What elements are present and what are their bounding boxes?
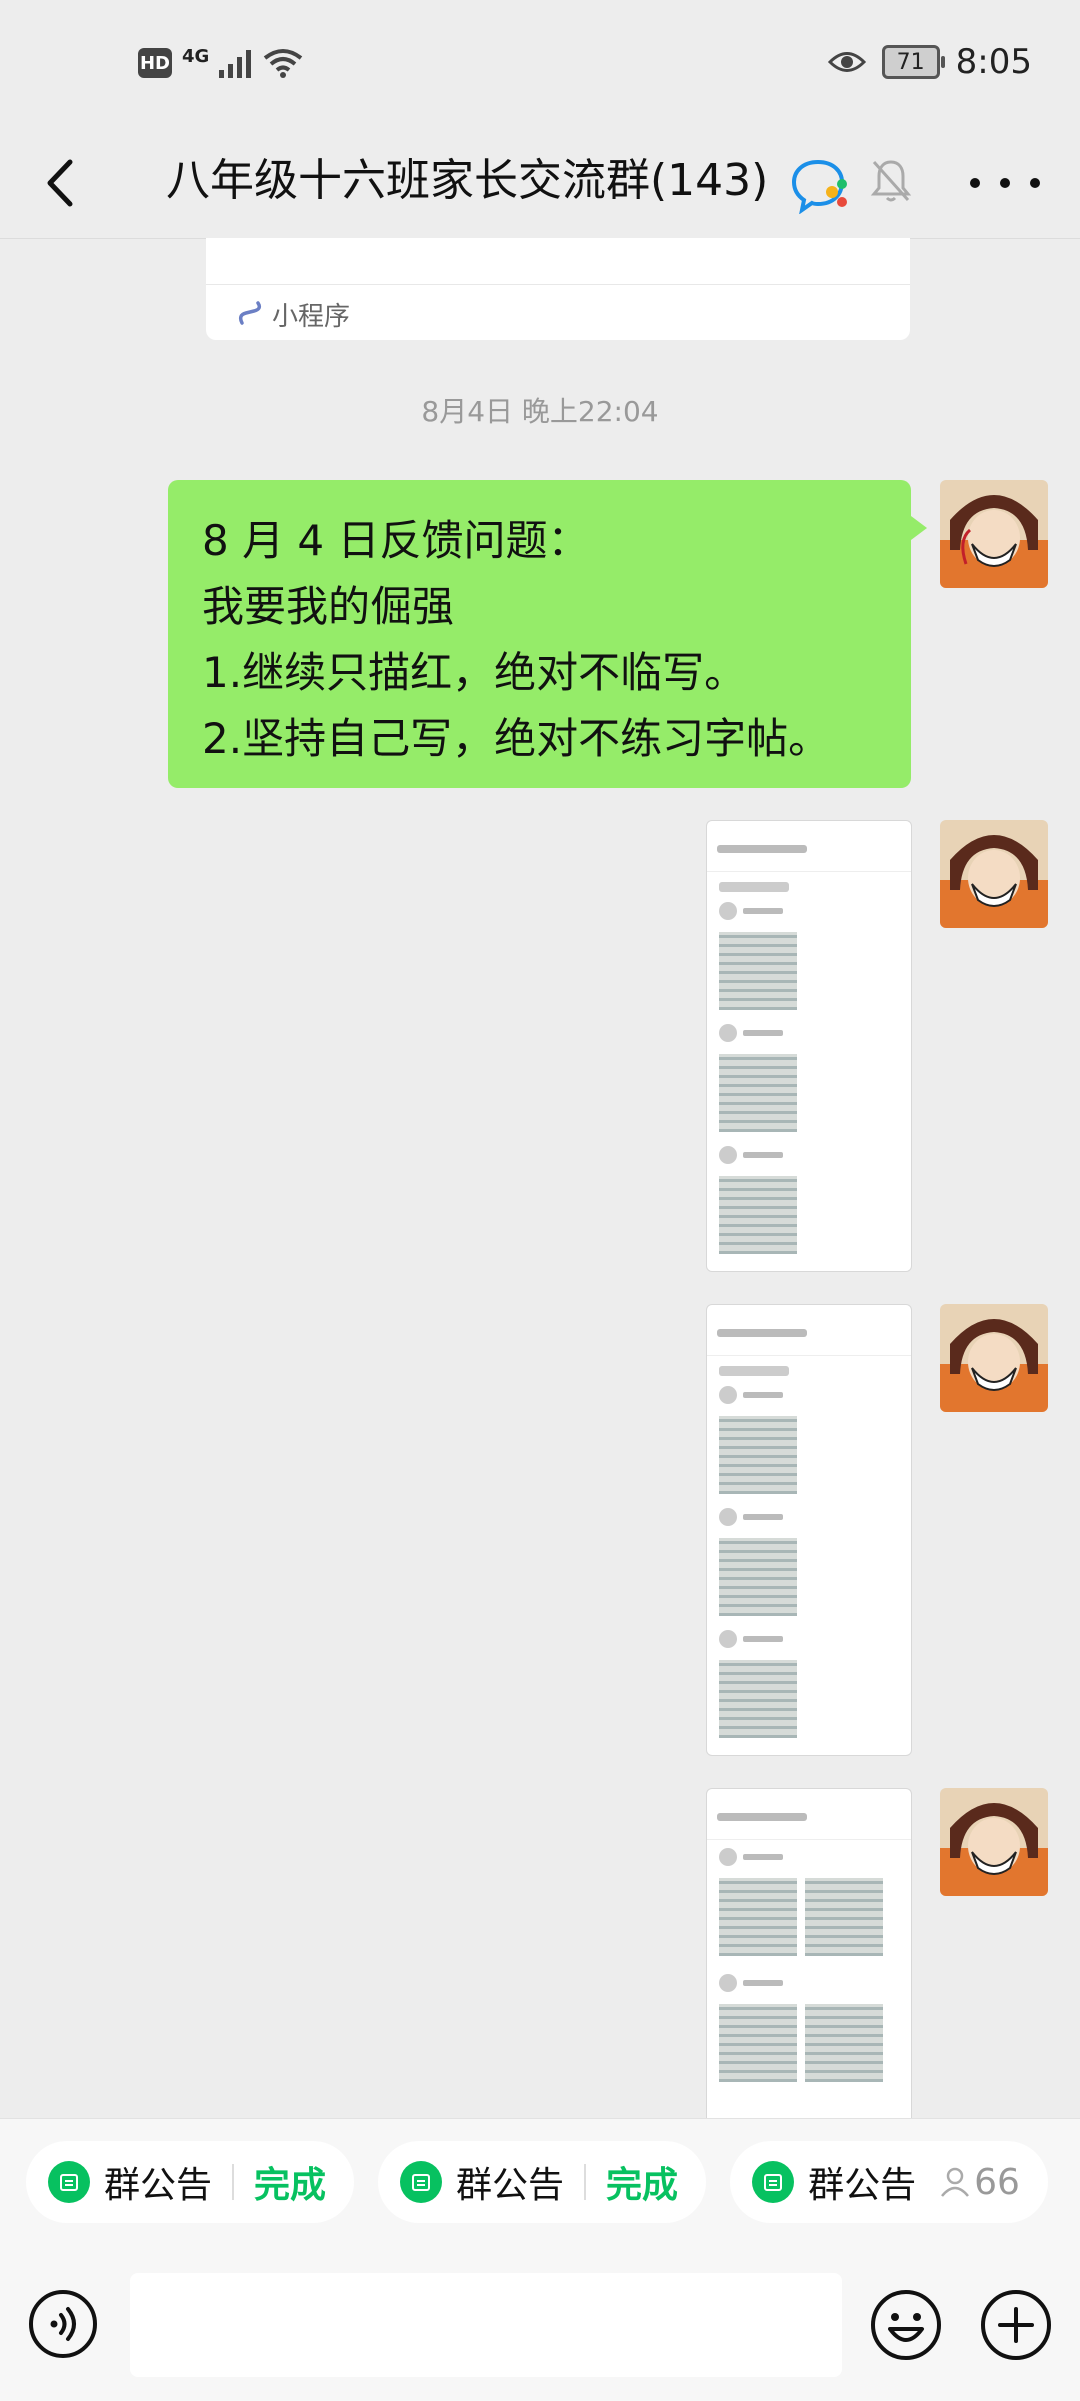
plus-icon[interactable]	[980, 2289, 1052, 2361]
thumbnail-image	[719, 1054, 797, 1132]
screenshot-entry	[719, 1146, 899, 1254]
emoji-icon[interactable]	[870, 2289, 942, 2361]
thumbnail-image	[719, 1878, 797, 1956]
avatar-image	[940, 820, 1048, 928]
mini-program-card[interactable]: 小程序	[206, 238, 910, 340]
input-row	[0, 2269, 1080, 2379]
announcement-pills: 群公告 完成 群公告 完成 群公告 66	[26, 2141, 1048, 2223]
back-arrow-icon[interactable]	[32, 148, 92, 218]
thumbnail-image	[719, 1416, 797, 1494]
read-count-value: 66	[974, 2161, 1020, 2203]
dot-icon	[1030, 178, 1040, 188]
dot-icon	[970, 178, 980, 188]
screenshot-entry	[719, 902, 899, 1010]
image-message[interactable]	[706, 1304, 912, 1756]
mini-program-footer: 小程序	[236, 296, 350, 333]
screenshot-entry	[719, 1630, 899, 1738]
screenshot-header	[707, 821, 911, 872]
wifi-icon	[264, 49, 303, 78]
announcement-pill[interactable]: 群公告 66	[730, 2141, 1048, 2223]
announcement-pill[interactable]: 群公告 完成	[26, 2141, 355, 2223]
avatar-image	[940, 1304, 1048, 1412]
image-message[interactable]	[706, 820, 912, 1272]
eye-icon	[827, 52, 866, 72]
card-divider	[206, 284, 910, 285]
signal-icon	[219, 50, 252, 78]
more-options-button[interactable]	[970, 158, 1040, 208]
mute-bell-icon	[870, 160, 912, 202]
avatar[interactable]	[940, 820, 1048, 928]
screenshot-entry	[719, 1386, 899, 1494]
chat-header: 八年级十六班家长交流群(143)	[0, 128, 1080, 239]
thumbnail-image	[719, 1538, 797, 1616]
thumbnail-image	[719, 932, 797, 1010]
announcement-label: 群公告	[456, 2165, 565, 2206]
announcement-icon	[48, 2161, 90, 2203]
avatar-image	[940, 480, 1048, 588]
thumbnail-image	[719, 1660, 797, 1738]
mini-program-icon	[238, 300, 262, 325]
thumbnail-image	[719, 1176, 797, 1254]
announcement-icon	[400, 2161, 443, 2203]
chat-title: 八年级十六班家长交流群(143)	[166, 155, 769, 206]
read-count: 66	[940, 2162, 1020, 2203]
screenshot-subtitle	[719, 1366, 789, 1376]
thumbnail-image	[805, 1878, 883, 1956]
hd-badge: HD	[138, 48, 172, 78]
announcement-icon	[752, 2161, 795, 2203]
announcement-status: 完成	[606, 2165, 679, 2206]
mini-program-label: 小程序	[272, 302, 351, 332]
announcement-label: 群公告	[104, 2165, 213, 2206]
screenshot-entry	[719, 1848, 899, 1960]
message-line: 2.坚持自己写，绝对不练习字帖。	[202, 714, 831, 763]
message-line: 8 月 4 日反馈问题：	[202, 516, 590, 565]
avatar[interactable]	[940, 480, 1048, 588]
thumbnail-image	[805, 2004, 883, 2082]
group-chat-icon[interactable]	[792, 158, 852, 214]
battery-indicator: 71	[881, 45, 945, 79]
message-input[interactable]	[130, 2273, 842, 2377]
screenshot-entry	[719, 1508, 899, 1616]
bottom-bar: 群公告 完成 群公告 完成 群公告 66	[0, 2118, 1080, 2401]
person-icon	[941, 2167, 970, 2197]
voice-input-icon[interactable]	[28, 2289, 98, 2359]
announcement-status: 完成	[254, 2165, 327, 2206]
announcement-pill[interactable]: 群公告 完成	[378, 2141, 707, 2223]
screenshot-subtitle	[719, 882, 789, 892]
screenshot-header	[707, 1305, 911, 1356]
pill-divider	[584, 2164, 587, 2200]
text-message-bubble[interactable]: 8 月 4 日反馈问题： 我要我的倔强 1.继续只描红，绝对不临写。 2.坚持自…	[168, 480, 927, 788]
pill-divider	[232, 2164, 235, 2200]
avatar-image	[940, 1788, 1048, 1896]
clock: 8:05	[955, 42, 1032, 82]
battery-level: 71	[896, 49, 925, 75]
thumbnail-image	[719, 2004, 797, 2082]
dot-icon	[1000, 178, 1010, 188]
status-right: 71 8:05	[827, 42, 1032, 82]
message-line: 我要我的倔强	[202, 582, 455, 631]
avatar[interactable]	[940, 1304, 1048, 1412]
image-message[interactable]	[706, 1788, 912, 2119]
message-line: 1.继续只描红，绝对不临写。	[202, 648, 747, 697]
avatar[interactable]	[940, 1788, 1048, 1896]
screenshot-entry	[719, 1024, 899, 1132]
message-timestamp: 8月4日 晚上22:04	[421, 395, 659, 428]
screenshot-header	[707, 1789, 911, 1840]
status-bar: HD 4G 71 8:05	[0, 0, 1080, 128]
screenshot-entry	[719, 1974, 899, 2086]
status-left: HD 4G	[138, 45, 303, 78]
network-type: 4G	[182, 45, 210, 67]
announcement-label: 群公告	[808, 2165, 917, 2206]
